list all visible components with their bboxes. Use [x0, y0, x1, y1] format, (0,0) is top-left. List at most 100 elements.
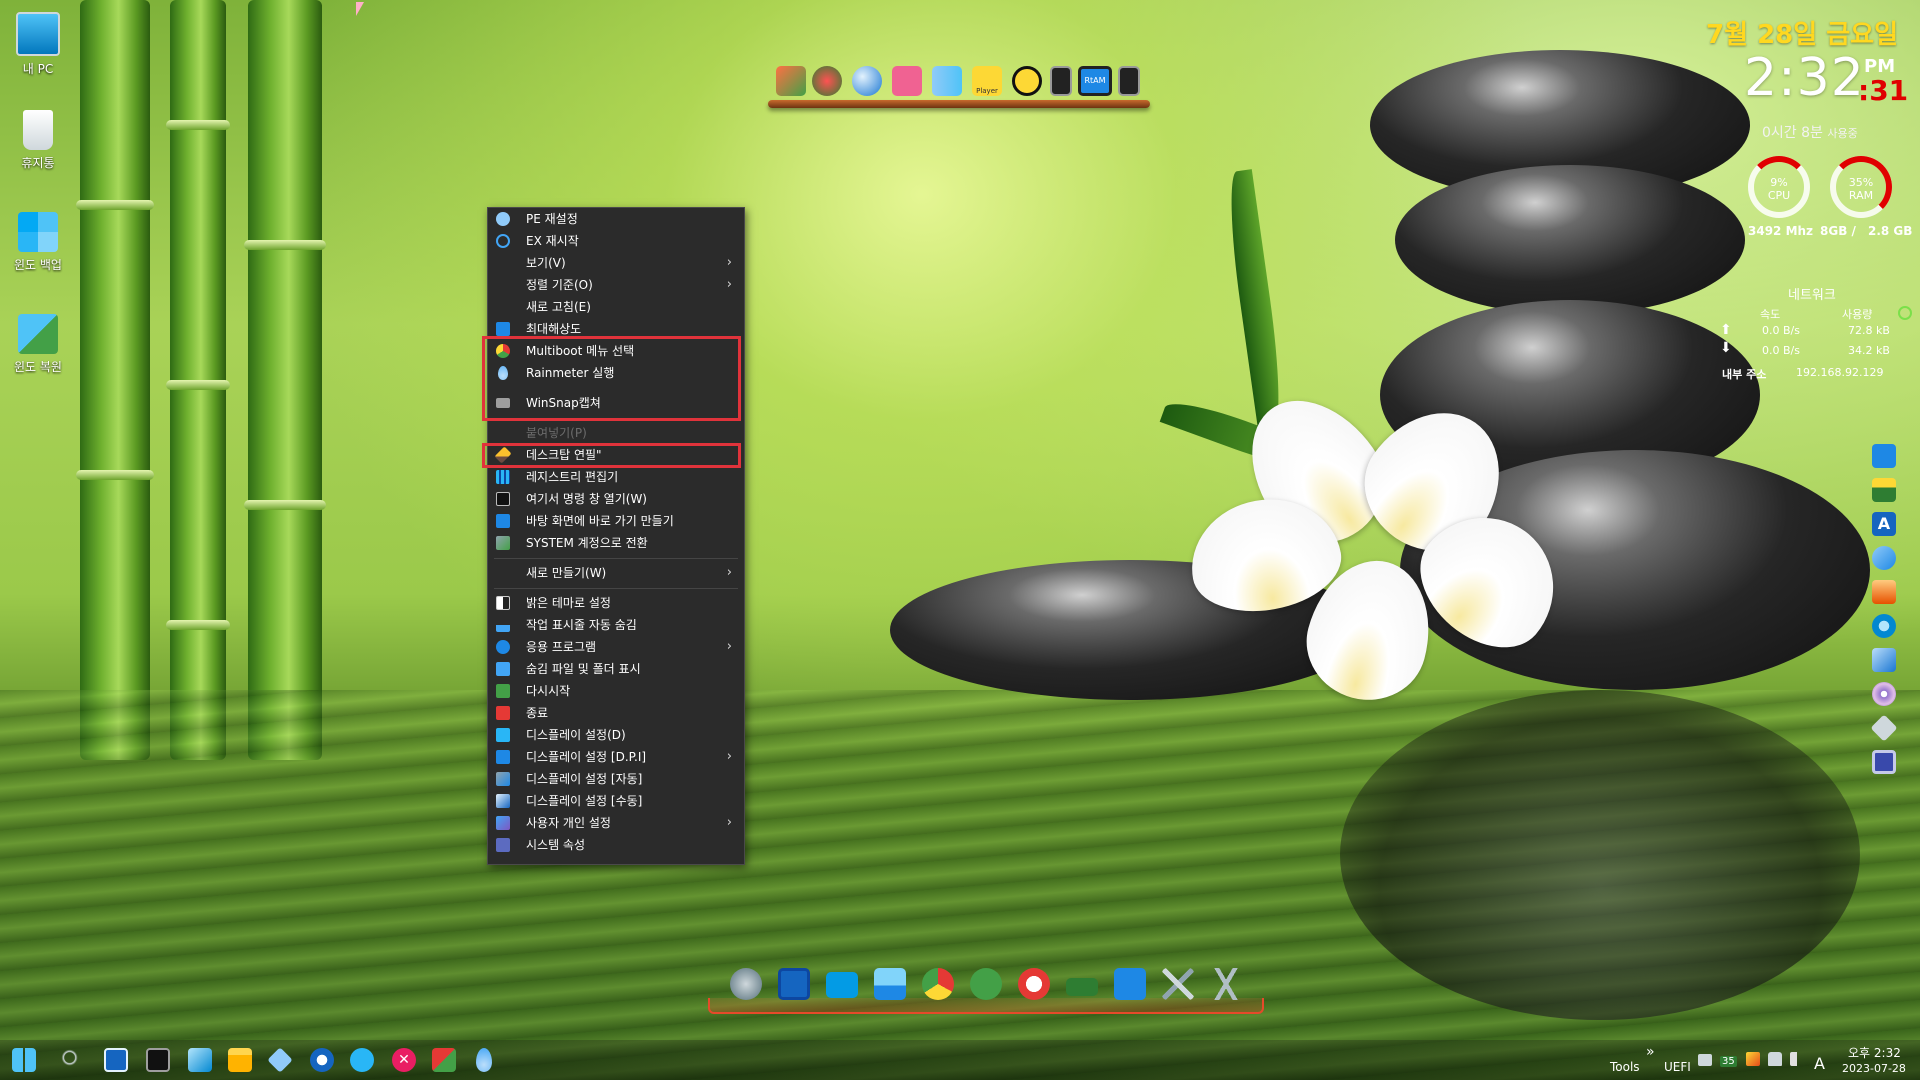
menu-item-display-manual[interactable]: 디스플레이 설정 [수동] — [488, 790, 744, 812]
speaker-left-icon[interactable] — [1050, 66, 1072, 96]
menu-item-display-settings[interactable]: 디스플레이 설정(D) — [488, 724, 744, 746]
volume-icon[interactable] — [1790, 1052, 1804, 1066]
menu-item-display-dpi[interactable]: 디스플레이 설정 [D.P.I] › — [488, 746, 744, 768]
menu-item-system-properties[interactable]: 시스템 속성 — [488, 834, 744, 856]
menu-item-system-account[interactable]: SYSTEM 계정으로 전환 — [488, 532, 744, 554]
save-icon[interactable] — [778, 968, 810, 1000]
menu-item-refresh[interactable]: 새로 고침(E) — [488, 296, 744, 318]
desktop-icon-my-pc[interactable]: 내 PC — [6, 12, 70, 77]
bottom-dock — [708, 966, 1264, 1014]
disc-icon[interactable] — [1872, 682, 1896, 706]
tools-chevron-icon[interactable]: » — [1646, 1044, 1655, 1060]
desktop-icon-backup[interactable]: 윈도 백업 — [6, 212, 70, 273]
install-icon[interactable] — [776, 66, 806, 96]
upload-arrow-icon: ⬆ — [1720, 322, 1732, 338]
close-app-icon[interactable]: ✕ — [392, 1048, 416, 1072]
compass-icon[interactable] — [1210, 968, 1242, 1000]
flag-icon[interactable] — [1746, 1052, 1760, 1066]
cmd-icon[interactable] — [146, 1048, 170, 1072]
menu-item-sort[interactable]: 정렬 기준(O) › — [488, 274, 744, 296]
menu-item-restart[interactable]: 다시시작 — [488, 680, 744, 702]
menu-item-registry[interactable]: 레지스트리 편집기 — [488, 466, 744, 488]
speaker-right-icon[interactable] — [1118, 66, 1140, 96]
monitor-icon[interactable]: RtAM — [1078, 66, 1112, 96]
display-manual-icon — [496, 794, 510, 808]
menu-item-paste[interactable]: 붙여넣기(P) — [488, 422, 744, 444]
menu-item-display-auto[interactable]: 디스플레이 설정 [자동] — [488, 768, 744, 790]
taskbar-date[interactable]: 2023-07-28 — [1842, 1062, 1906, 1075]
no-rec-icon[interactable] — [1018, 968, 1050, 1000]
explorer-icon[interactable] — [228, 1048, 252, 1072]
menu-item-view[interactable]: 보기(V) › — [488, 252, 744, 274]
network-icon[interactable] — [1872, 648, 1896, 672]
monitor-icon — [16, 12, 60, 56]
network-usage-header: 사용량 — [1842, 308, 1873, 321]
desktop-icon-recycle-bin[interactable]: 휴지통 — [6, 110, 70, 171]
menu-item-create-shortcut[interactable]: 바탕 화면에 바로 가기 만들기 — [488, 510, 744, 532]
task-manager-icon[interactable] — [104, 1048, 128, 1072]
drive-icon[interactable] — [1872, 478, 1896, 502]
aimp-icon[interactable] — [1012, 66, 1042, 96]
partition-icon[interactable] — [812, 66, 842, 96]
photo-icon[interactable] — [874, 968, 906, 1000]
highlight-box — [482, 336, 741, 421]
chrome-icon[interactable] — [922, 968, 954, 1000]
network-tray-icon[interactable] — [1698, 1054, 1712, 1066]
tools-icon[interactable] — [1162, 968, 1194, 1000]
menu-item-show-hidden[interactable]: 숨김 파일 및 폴더 표시 — [488, 658, 744, 680]
menu-item-pe-reset[interactable]: PE 재설정 — [488, 208, 744, 230]
font-icon[interactable]: A — [1872, 512, 1896, 536]
display-auto-icon — [496, 772, 510, 786]
widget-uptime: 0시간 8분 사용중 — [1762, 122, 1858, 142]
search-icon[interactable] — [60, 1048, 84, 1072]
network-title: 네트워크 — [1788, 288, 1836, 303]
rainmeter-tray-icon[interactable] — [476, 1048, 492, 1072]
utorrent-icon[interactable] — [970, 968, 1002, 1000]
tools-label[interactable]: Tools — [1610, 1060, 1640, 1074]
menu-item-light-theme[interactable]: 밝은 테마로 설정 — [488, 592, 744, 614]
personalize-icon — [496, 816, 510, 830]
archive-icon[interactable] — [1872, 580, 1896, 604]
player-icon[interactable]: Player — [972, 66, 1002, 96]
menu-item-personalize[interactable]: 사용자 개인 설정 › — [488, 812, 744, 834]
cpu-freq: 3492 Mhz — [1748, 224, 1814, 238]
stone-reflection — [1340, 690, 1860, 1020]
bluetooth-search-icon[interactable] — [1872, 546, 1896, 570]
lock-icon[interactable] — [1768, 1052, 1782, 1066]
menu-item-taskbar-autohide[interactable]: 작업 표시줄 자동 숨김 — [488, 614, 744, 636]
start-icon[interactable] — [12, 1048, 36, 1072]
uefi-label: UEFI — [1664, 1060, 1691, 1074]
cube-icon[interactable] — [267, 1047, 293, 1073]
rocket-icon[interactable] — [730, 968, 762, 1000]
menu-item-shutdown[interactable]: 종료 — [488, 702, 744, 724]
menu-separator — [494, 558, 738, 559]
taskbar-time[interactable]: 오후 2:32 — [1848, 1044, 1901, 1061]
gears-icon[interactable] — [1872, 614, 1896, 638]
chip-icon[interactable] — [1872, 750, 1896, 774]
menu-item-ex-restart[interactable]: EX 재시작 — [488, 230, 744, 252]
menu-item-open-cmd[interactable]: 여기서 명령 창 열기(W) — [488, 488, 744, 510]
menu-item-applications[interactable]: 응용 프로그램 › — [488, 636, 744, 658]
power-tool-icon[interactable] — [310, 1048, 334, 1072]
display-settings-icon — [496, 728, 510, 742]
network-up-usage: 72.8 kB — [1848, 324, 1890, 337]
windows-icon[interactable] — [892, 66, 922, 96]
network-card-icon[interactable] — [1066, 978, 1098, 996]
network-speed-header: 속도 — [1760, 308, 1781, 321]
desktop-icon-restore[interactable]: 윈도 복원 — [6, 314, 70, 375]
search-tool-icon[interactable] — [852, 66, 882, 96]
bamboo-stalk — [244, 0, 326, 760]
input-method-icon[interactable]: A — [1814, 1054, 1825, 1073]
network-status-icon — [1898, 306, 1912, 320]
book-icon[interactable] — [932, 66, 962, 96]
partition-app-icon[interactable] — [432, 1048, 456, 1072]
notepad-icon[interactable] — [188, 1048, 212, 1072]
sync-app-icon[interactable] — [350, 1048, 374, 1072]
desktop-icon[interactable] — [826, 972, 858, 998]
reboot-icon — [496, 684, 510, 698]
menu-item-new[interactable]: 새로 만들기(W) › — [488, 562, 744, 584]
wrench-icon[interactable] — [1114, 968, 1146, 1000]
cpu-gauge-label: 9% CPU — [1754, 176, 1804, 202]
sync-icon[interactable] — [1872, 444, 1896, 468]
refresh-icon — [496, 212, 510, 226]
